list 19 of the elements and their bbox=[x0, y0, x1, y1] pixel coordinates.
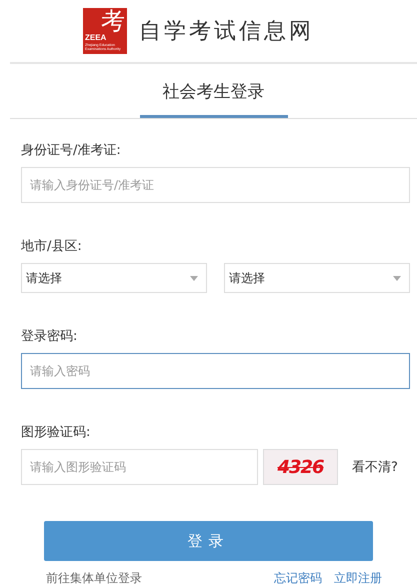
logo-glyph: 考 bbox=[101, 8, 125, 34]
group-login-link[interactable]: 前往集体单位登录 bbox=[46, 570, 142, 585]
text-link[interactable]: 忘记密码 bbox=[274, 570, 322, 585]
captcha-image[interactable]: 4326 bbox=[263, 449, 338, 485]
dropdown[interactable]: 请选择 bbox=[21, 263, 207, 293]
refresh-link[interactable]: 看不清? bbox=[352, 458, 398, 476]
field-label: 登录密码: bbox=[21, 328, 78, 345]
caret-icon bbox=[393, 276, 401, 280]
logo-abbr: ZEEA bbox=[85, 33, 106, 42]
site-title: 自学考试信息网 bbox=[139, 18, 314, 46]
input-field[interactable]: 请输入密码 bbox=[21, 353, 410, 389]
dropdown[interactable]: 请选择 bbox=[224, 263, 410, 293]
field-label: 身份证号/准考证: bbox=[21, 142, 122, 159]
field-label: 地市/县区: bbox=[21, 238, 83, 255]
tab[interactable]: 社会考生登录 bbox=[140, 80, 288, 118]
field-label: 图形验证码: bbox=[21, 424, 92, 441]
caret-icon bbox=[190, 276, 198, 280]
text-link[interactable]: 立即注册 bbox=[334, 570, 382, 585]
login-button[interactable]: 登录 bbox=[44, 521, 373, 561]
